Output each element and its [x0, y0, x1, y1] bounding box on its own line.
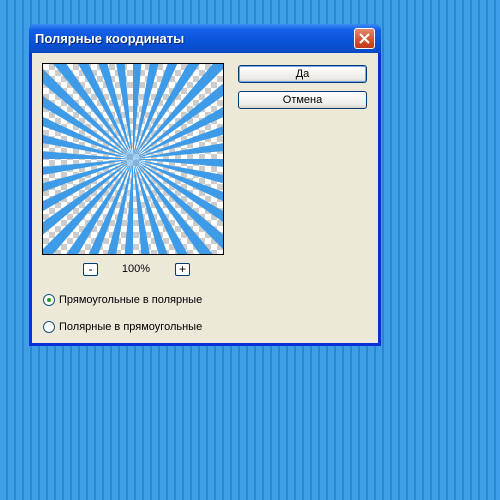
radio-label-rect-to-polar: Прямоугольные в полярные [59, 294, 203, 306]
cancel-button[interactable]: Отмена [238, 91, 367, 109]
radio-button[interactable] [43, 294, 55, 306]
radio-button[interactable] [43, 321, 55, 333]
preview-image[interactable] [42, 63, 224, 255]
zoom-level: 100% [121, 263, 151, 275]
dialog-title: Полярные координаты [35, 31, 185, 46]
title-bar[interactable]: Полярные координаты [29, 24, 381, 53]
ok-button[interactable]: Да [238, 65, 367, 83]
dialog-body: - 100% + Да Отмена Прямоугольные в поляр… [32, 53, 378, 343]
zoom-in-button[interactable]: + [175, 263, 190, 276]
polar-preview-rays [43, 64, 223, 254]
close-icon [359, 33, 370, 44]
close-button[interactable] [354, 28, 375, 49]
radio-label-polar-to-rect: Полярные в прямоугольные [59, 321, 203, 333]
radio-selected-dot [47, 298, 51, 302]
zoom-out-button[interactable]: - [83, 263, 98, 276]
polar-coordinates-dialog: Полярные координаты - 100% + Да Отмена П… [29, 24, 381, 346]
